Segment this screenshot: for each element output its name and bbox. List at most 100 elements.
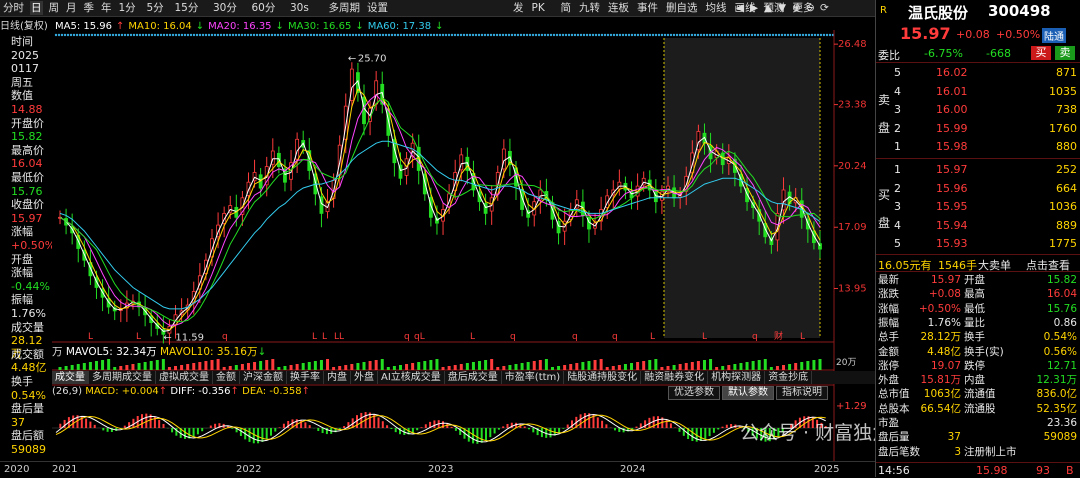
period-tab-4[interactable]: 季: [83, 1, 96, 15]
toolbar-action-2[interactable]: 简: [560, 1, 573, 15]
period-tab-8[interactable]: 15分: [174, 1, 200, 15]
stock-code: 300498: [988, 2, 1051, 20]
ask-row-5[interactable]: 5 16.02 871: [876, 65, 1080, 81]
toolbar-icon-0[interactable]: ◀: [735, 1, 745, 15]
bid-row-2[interactable]: 2 15.96 664: [876, 181, 1080, 197]
bid-row-4[interactable]: 4 15.94 889: [876, 218, 1080, 234]
stat-label-left: 涨停: [878, 359, 899, 372]
bid-row-3[interactable]: 3 15.95 1036: [876, 199, 1080, 215]
period-tab-7[interactable]: 5分: [146, 1, 165, 15]
toolbar-icon-1[interactable]: ▶: [749, 1, 759, 15]
event-marker[interactable]: L: [470, 332, 475, 342]
toolbar-action-7[interactable]: 均线: [705, 1, 728, 15]
toolbar-icon-6[interactable]: ⟳: [819, 1, 830, 15]
period-label[interactable]: 日线(复权): [0, 21, 48, 32]
period-tab-13[interactable]: 设置: [366, 1, 389, 15]
indicator-tab-0[interactable]: 成交量: [52, 371, 89, 384]
macd-param-button-0[interactable]: 优选参数: [668, 386, 720, 400]
volume-bar: [709, 359, 713, 370]
event-marker[interactable]: q: [510, 332, 516, 342]
volume-bar: [459, 364, 463, 370]
stat-label-left: 涨跌: [878, 288, 899, 301]
period-tab-2[interactable]: 周: [48, 1, 61, 15]
event-marker[interactable]: q: [612, 332, 618, 342]
candle[interactable]: [349, 62, 354, 108]
volume-bar: [423, 361, 427, 370]
indicator-tab-12[interactable]: 融资融券变化: [641, 371, 709, 384]
low-arrow: ←: [163, 332, 171, 343]
stat-label-right: 最高: [964, 288, 985, 301]
stat-value-right: 59089: [1043, 431, 1077, 444]
event-marker[interactable]: L: [702, 332, 707, 342]
toolbar-action-5[interactable]: 事件: [636, 1, 659, 15]
macd-param-button-2[interactable]: 指标说明: [776, 386, 828, 400]
indicator-tab-4[interactable]: 沪深金额: [240, 371, 287, 384]
event-marker[interactable]: q: [752, 332, 758, 342]
indicator-tab-3[interactable]: 金额: [213, 371, 240, 384]
toolbar-icon-3[interactable]: ▼: [777, 1, 787, 15]
indicator-tab-11[interactable]: 陆股通持股变化: [564, 371, 642, 384]
ask-row-1[interactable]: 1 15.98 880: [876, 139, 1080, 155]
stock-name: 温氏股份: [908, 4, 969, 22]
ask-row-4[interactable]: 4 16.01 1035: [876, 84, 1080, 100]
period-tab-1[interactable]: 日: [30, 1, 43, 15]
y-tick-2: 20.24: [838, 161, 867, 172]
period-tab-9[interactable]: 30分: [212, 1, 238, 15]
event-marker[interactable]: q: [572, 332, 578, 342]
ask-level: 1: [894, 140, 901, 153]
toolbar-icon-4[interactable]: ⊕: [791, 1, 802, 15]
indicator-tab-6[interactable]: 内盘: [324, 371, 351, 384]
indicator-tab-7[interactable]: 外盘: [351, 371, 378, 384]
macd-param-button-1[interactable]: 默认参数: [722, 386, 774, 400]
indicator-tab-14[interactable]: 资金抄底: [765, 371, 813, 384]
event-marker[interactable]: L: [650, 332, 655, 342]
event-marker[interactable]: L: [88, 332, 93, 342]
event-marker[interactable]: 财: [774, 330, 783, 342]
indicator-tab-10[interactable]: 市盈率(ttm): [502, 371, 565, 384]
dea-value: DEA: -0.358: [242, 386, 302, 397]
event-marker[interactable]: L: [136, 332, 141, 342]
period-tab-0[interactable]: 分时: [2, 1, 25, 15]
volume-bar: [818, 359, 822, 370]
indicator-tab-5[interactable]: 换手率: [287, 371, 324, 384]
bid-row-5[interactable]: 5 15.93 1775: [876, 236, 1080, 252]
bid-row-1[interactable]: 1 15.97 252: [876, 162, 1080, 178]
volume-bar: [587, 361, 591, 370]
toolbar-action-4[interactable]: 连板: [607, 1, 630, 15]
info-line-12: 收盘价: [11, 198, 44, 212]
indicator-tab-2[interactable]: 虚拟成交量: [156, 371, 213, 384]
period-tab-5[interactable]: 年: [100, 1, 113, 15]
event-marker[interactable]: L: [312, 332, 317, 342]
stat-label-right: 流通值: [964, 388, 996, 401]
event-marker[interactable]: L: [800, 332, 805, 342]
toolbar-icon-5[interactable]: ⊖: [805, 1, 816, 15]
period-tab-10[interactable]: 60分: [251, 1, 277, 15]
period-tab-11[interactable]: 30s: [289, 1, 310, 15]
event-marker[interactable]: qL: [414, 332, 425, 342]
indicator-tab-8[interactable]: AI立核成交量: [378, 371, 445, 384]
volume-bar: [788, 364, 792, 370]
ask-row-2[interactable]: 2 15.99 1760: [876, 121, 1080, 137]
period-tab-12[interactable]: 多周期: [328, 1, 362, 15]
period-tab-3[interactable]: 月: [65, 1, 78, 15]
ask-row-3[interactable]: 3 16.00 738: [876, 102, 1080, 118]
toolbar-action-0[interactable]: 发: [512, 1, 525, 15]
buy-button[interactable]: 买: [1031, 46, 1051, 60]
indicator-tab-1[interactable]: 多周期成交量: [89, 371, 156, 384]
event-marker[interactable]: LL: [334, 332, 344, 342]
volume-bar: [660, 367, 664, 370]
event-marker[interactable]: L: [322, 332, 327, 342]
toolbar-action-6[interactable]: 删自选: [665, 1, 699, 15]
volume-bar: [672, 365, 676, 370]
stat-row-1: 涨跌 +0.08 最高 16.04: [876, 288, 1080, 300]
sell-button[interactable]: 卖: [1055, 46, 1075, 60]
bid-volume: 1036: [1049, 200, 1077, 213]
toolbar-action-1[interactable]: PK: [531, 1, 546, 15]
toolbar-action-3[interactable]: 九转: [578, 1, 601, 15]
indicator-tab-13[interactable]: 机构探测器: [708, 371, 766, 384]
toolbar-icon-2[interactable]: ▲: [763, 1, 773, 15]
event-marker[interactable]: q: [222, 332, 228, 342]
period-tab-6[interactable]: 1分: [118, 1, 137, 15]
indicator-tab-9[interactable]: 盘后成交量: [445, 371, 502, 384]
event-marker[interactable]: q: [404, 332, 410, 342]
